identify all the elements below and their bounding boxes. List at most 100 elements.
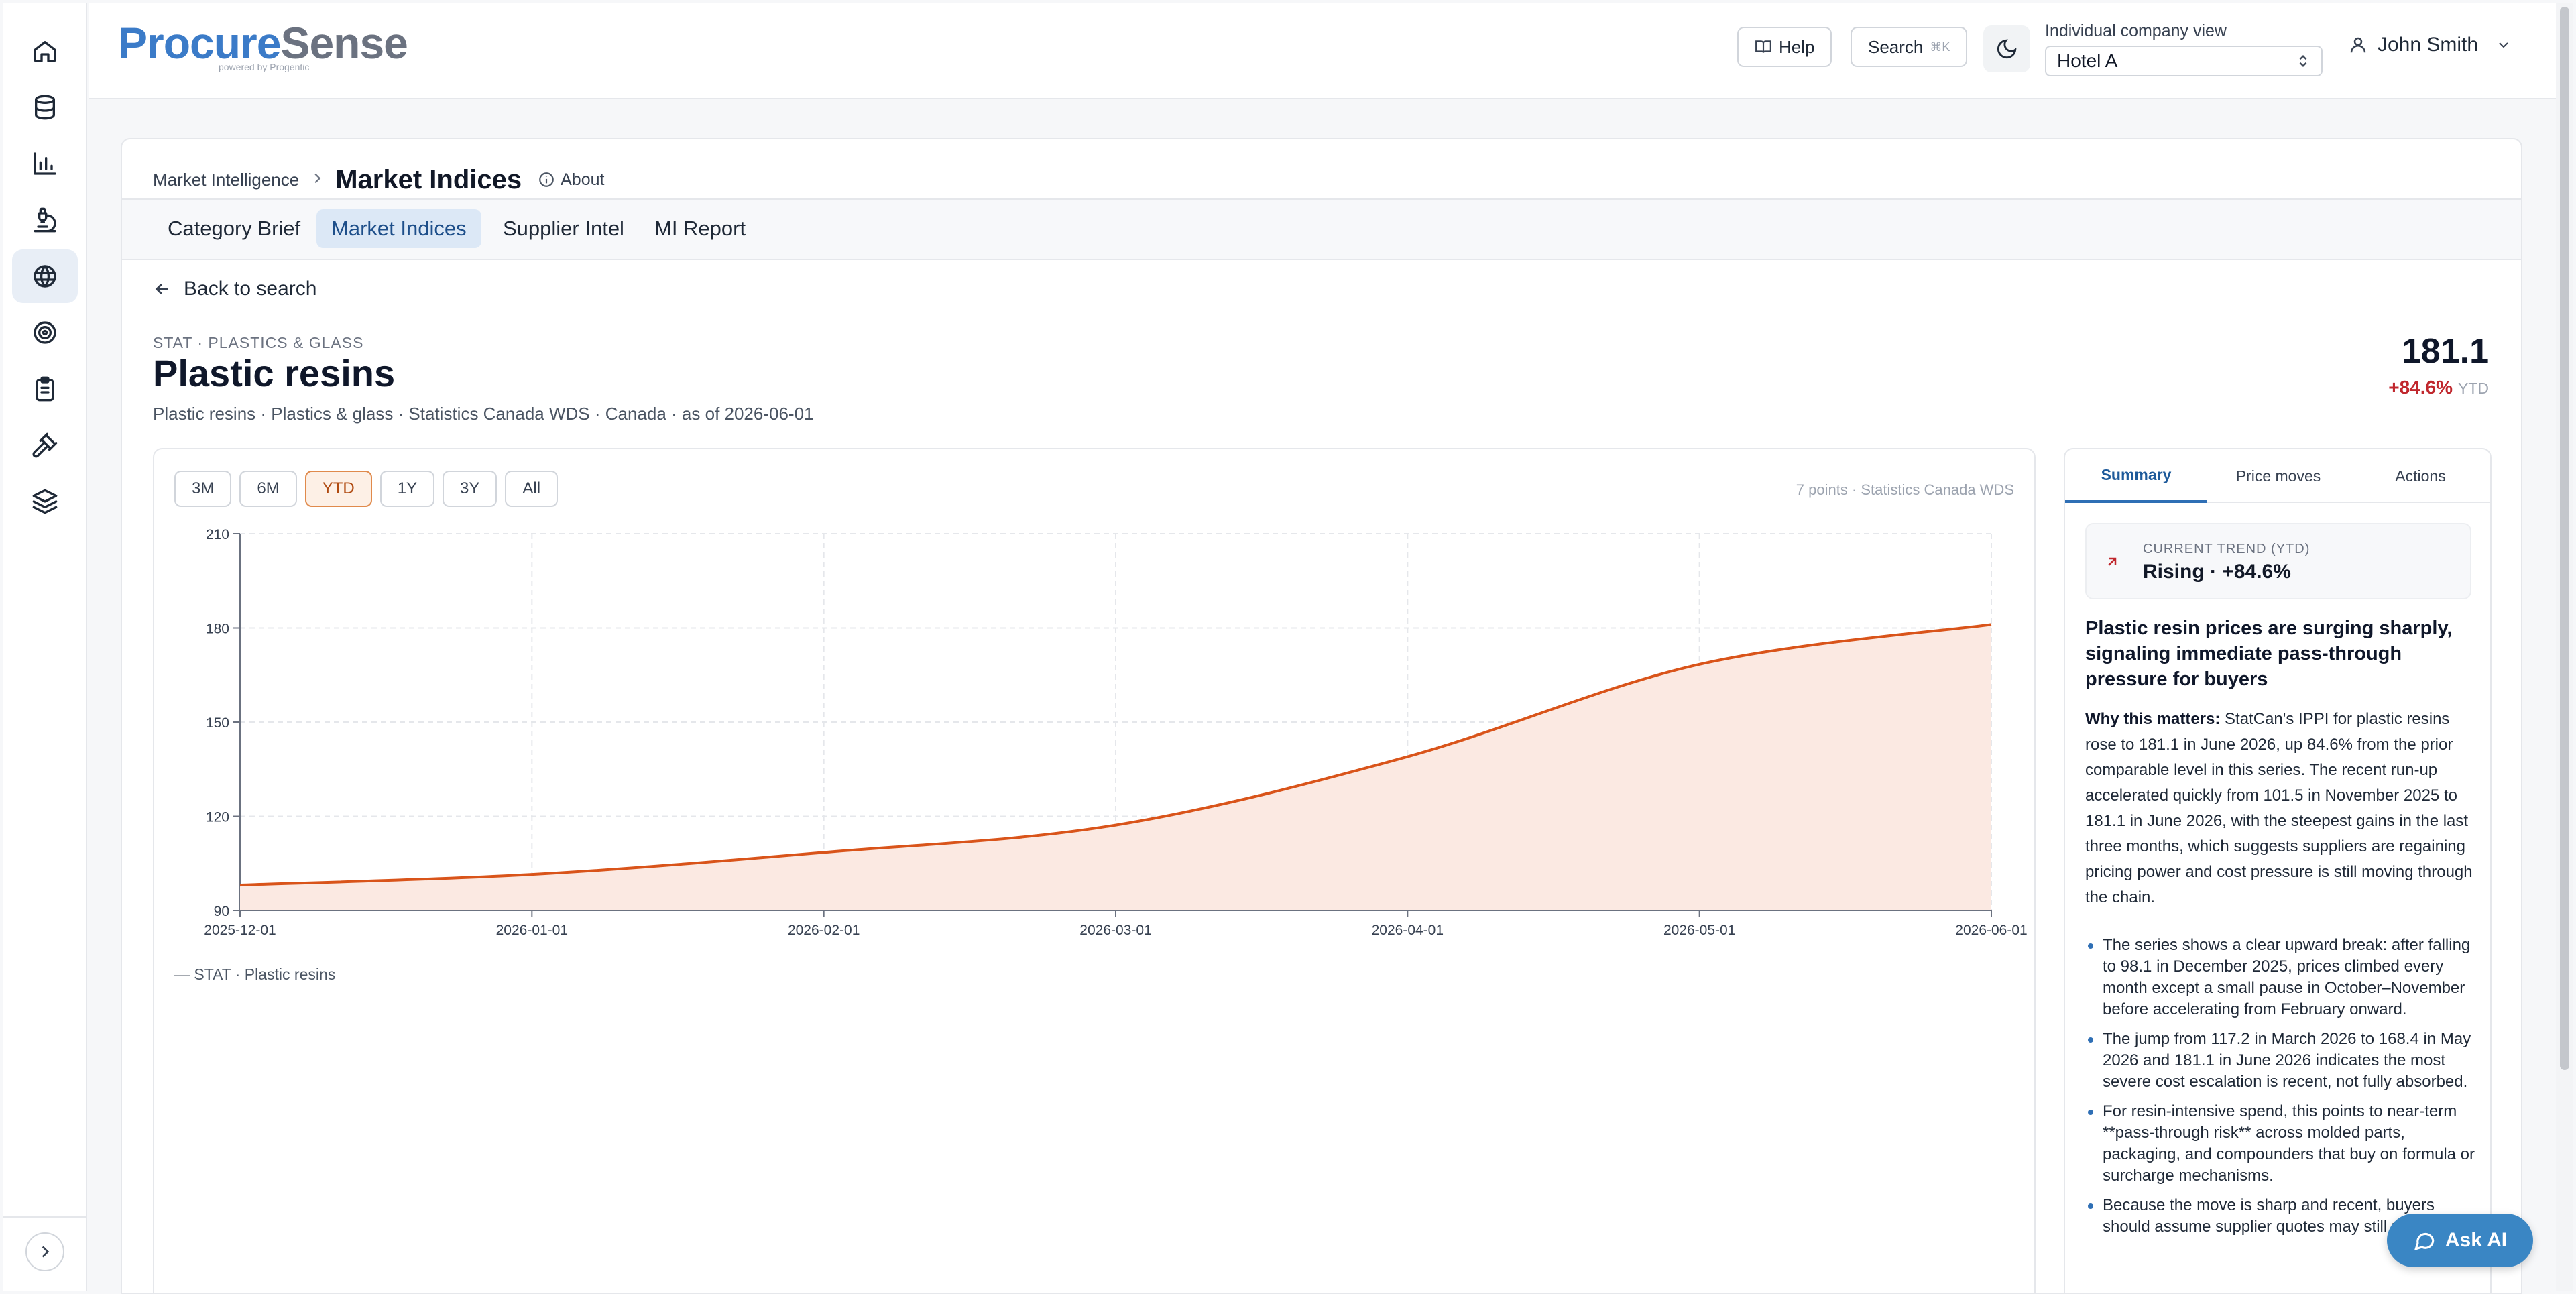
search-button[interactable]: Search ⌘K (1851, 27, 1968, 67)
sidebar-item-research[interactable] (12, 193, 78, 247)
info-icon (539, 172, 554, 187)
y-tick-label: 210 (206, 527, 229, 542)
top-header: ProcureSense powered by Progentic Help S… (89, 3, 2556, 99)
sidebar-item-market-intelligence[interactable] (12, 249, 78, 303)
page-scrollbar[interactable] (2556, 3, 2573, 1291)
user-name: John Smith (2378, 34, 2479, 56)
x-tick-label: 2026-06-01 (1955, 923, 2027, 938)
chart-legend: — STAT · Plastic resins (174, 965, 336, 983)
app-logo[interactable]: ProcureSense (118, 17, 408, 68)
bar-chart-icon (34, 152, 56, 175)
x-tick-label: 2026-05-01 (1663, 923, 1735, 938)
why-text: StatCan's IPPI for plastic resins rose t… (2085, 710, 2473, 906)
company-select-value: Hotel A (2057, 50, 2118, 71)
arrow-left-icon (155, 283, 168, 295)
list-item: The series shows a clear upward break: a… (2085, 935, 2478, 1020)
tab-actions[interactable]: Actions (2349, 449, 2490, 503)
database-icon (35, 95, 56, 120)
sidebar-rail (3, 3, 87, 1291)
sidebar-item-data[interactable] (12, 80, 78, 134)
chevron-right-icon (314, 173, 321, 183)
why-label: Why this matters: (2085, 710, 2221, 728)
module-tabs: Category Brief Market Indices Supplier I… (122, 198, 2521, 260)
trend-label: CURRENT TREND (YTD) (2143, 542, 2310, 556)
sidebar-expand-button[interactable] (25, 1232, 64, 1271)
tab-market-indices[interactable]: Market Indices (316, 209, 481, 248)
index-change-percent: +84.6% (2388, 377, 2453, 398)
user-menu[interactable]: John Smith (2348, 34, 2512, 56)
index-title: Plastic resins (153, 352, 396, 394)
logo-primary-text: Procure (118, 18, 281, 68)
help-label: Help (1779, 36, 1815, 57)
x-tick-label: 2026-01-01 (496, 923, 568, 938)
list-item: The jump from 117.2 in March 2026 to 168… (2085, 1028, 2478, 1093)
x-tick-label: 2026-03-01 (1079, 923, 1151, 938)
back-to-search-link[interactable]: Back to search (153, 278, 316, 300)
index-category-eyebrow: STAT · PLASTICS & GLASS (153, 334, 364, 351)
sidebar-item-analytics[interactable] (12, 137, 78, 190)
y-tick-label: 180 (206, 622, 229, 637)
breadcrumb-separator (310, 171, 325, 189)
page-title: Market Indices (335, 164, 522, 194)
insight-tabs: Summary Price moves Actions (2065, 449, 2490, 503)
clipboard-icon (36, 376, 54, 402)
chevron-down-icon (2499, 42, 2508, 48)
moon-icon (1997, 39, 2017, 59)
chevrons-up-down-icon (2299, 55, 2307, 67)
summary-headline: Plastic resin prices are surging sharply… (2085, 617, 2453, 690)
company-view-label: Individual company view (2045, 21, 2227, 40)
chevron-right-icon (42, 1246, 50, 1258)
y-tick-label: 150 (206, 715, 229, 731)
scrollbar-thumb[interactable] (2560, 7, 2569, 1070)
sidebar-item-sourcing[interactable] (12, 418, 78, 472)
arrow-up-right-icon (2108, 557, 2117, 566)
target-icon (34, 321, 56, 344)
sidebar-item-home[interactable] (12, 24, 78, 78)
breadcrumb-parent-link[interactable]: Market Intelligence (153, 170, 299, 190)
x-tick-label: 2025-12-01 (204, 923, 276, 938)
help-button[interactable]: Help (1737, 27, 1832, 67)
tab-supplier-intel[interactable]: Supplier Intel (488, 209, 639, 248)
home-icon (34, 41, 56, 62)
index-change-period: YTD (2458, 379, 2489, 397)
about-label: About (561, 170, 605, 189)
tab-mi-report[interactable]: MI Report (640, 209, 760, 248)
sidebar-item-targets[interactable] (12, 306, 78, 359)
microscope-icon (34, 207, 56, 233)
y-tick-label: 120 (206, 810, 229, 825)
company-select[interactable]: Hotel A (2045, 46, 2323, 76)
trend-value: Rising · +84.6% (2143, 561, 2291, 583)
summary-bullets: The series shows a clear upward break: a… (2085, 935, 2478, 1246)
insight-panel: Summary Price moves Actions CURRENT TREN… (2064, 448, 2492, 1293)
logo-tagline: powered by Progentic (219, 62, 310, 72)
sidebar-item-tasks[interactable] (12, 362, 78, 416)
globe-icon (34, 265, 56, 288)
list-item: For resin-intensive spend, this points t… (2085, 1101, 2478, 1187)
user-icon (2350, 37, 2366, 53)
chart-panel: 3M 6M YTD 1Y 3Y All 7 points · Statistic… (153, 448, 2036, 1293)
tab-summary[interactable]: Summary (2065, 449, 2207, 503)
index-current-value: 181.1 (2401, 332, 2489, 371)
ask-ai-button[interactable]: Ask AI (2387, 1214, 2533, 1267)
about-button[interactable]: About (538, 170, 604, 190)
back-label: Back to search (184, 278, 317, 300)
index-change: +84.6% YTD (2388, 377, 2489, 398)
theme-toggle-button[interactable] (1983, 25, 2030, 72)
y-tick-label: 90 (214, 904, 229, 919)
chat-bubble-icon (2414, 1232, 2435, 1251)
sidebar-item-layers[interactable] (12, 475, 78, 528)
current-trend-box: CURRENT TREND (YTD) Rising · +84.6% (2085, 523, 2471, 599)
tab-category-brief[interactable]: Category Brief (153, 209, 315, 248)
index-line-chart[interactable]: 90 120 150 180 210 2025-12-01 2026-01-01 2026-0… (154, 449, 2034, 959)
search-shortcut: ⌘K (1930, 40, 1950, 54)
layers-icon (32, 489, 58, 514)
search-label: Search (1868, 36, 1924, 57)
tab-price-moves[interactable]: Price moves (2207, 449, 2349, 503)
x-tick-label: 2026-04-01 (1372, 923, 1444, 938)
sidebar-divider (3, 1216, 86, 1218)
logo-secondary-text: Sense (280, 18, 408, 68)
why-this-matters: Why this matters: StatCan's IPPI for pla… (2085, 707, 2478, 910)
market-indices-card: Market Intelligence Market Indices About… (121, 138, 2522, 1294)
book-icon (1755, 40, 1771, 53)
gavel-icon (32, 432, 58, 458)
